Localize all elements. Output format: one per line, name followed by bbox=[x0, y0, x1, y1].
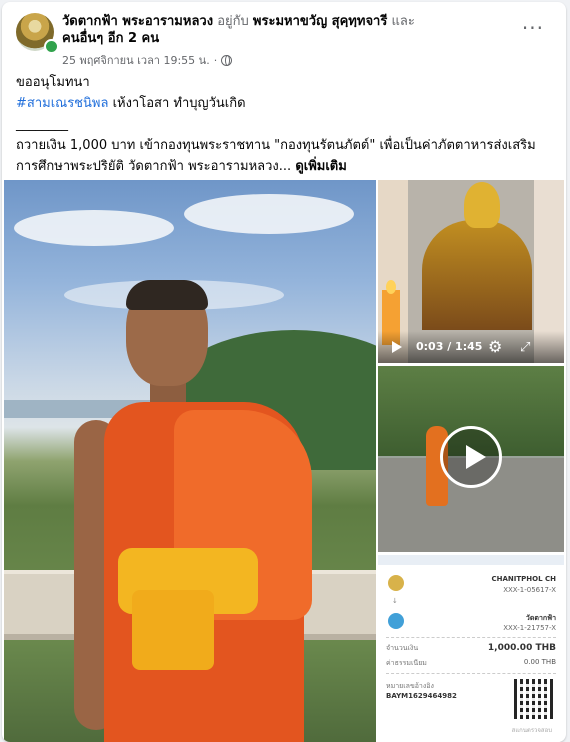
flame-shape bbox=[386, 280, 396, 294]
main-photo[interactable] bbox=[4, 180, 376, 742]
and-text: และ bbox=[391, 14, 415, 29]
gear-icon[interactable]: ⚙ bbox=[488, 337, 502, 356]
post-meta: 25 พฤศจิกายน เวลา 19:55 น. · bbox=[62, 51, 233, 69]
arrow-down-icon: ↓ bbox=[392, 597, 398, 605]
fee-label: ค่าธรรมเนียม bbox=[386, 659, 427, 667]
post-text: ขออนุโมทนา #สามเณรชนิพล เห้งาโอสา ทำบุญว… bbox=[16, 72, 556, 177]
procession-video-thumbnail[interactable] bbox=[378, 366, 564, 552]
monk-figure bbox=[74, 280, 314, 742]
reference-value: BAYM1629464982 bbox=[386, 692, 457, 700]
play-icon bbox=[466, 445, 486, 469]
qr-code-icon bbox=[514, 679, 554, 719]
post-line-2-rest: เห้งาโอสา ทำบุญวันเกิด bbox=[108, 96, 246, 111]
post-body-text: ถวายเงิน 1,000 บาท เข้ากองทุนพระราชทาน "… bbox=[16, 138, 536, 174]
post-timestamp[interactable]: 25 พฤศจิกายน เวลา 19:55 น. bbox=[62, 51, 210, 69]
play-button[interactable] bbox=[440, 426, 502, 488]
monk-hair bbox=[126, 280, 208, 310]
post-line-1: ขออนุโมทนา bbox=[16, 75, 90, 90]
sender-name: CHANITPHOL CH bbox=[491, 575, 556, 583]
shrine-video-thumbnail[interactable]: 0:03 / 1:45 ⚙ ⤢ bbox=[378, 180, 564, 363]
receipt-header-band bbox=[378, 555, 564, 565]
transfer-receipt-image[interactable]: CHANITPHOL CH XXX-1-05617-X ↓ วัดตากฟ้า … bbox=[378, 555, 564, 742]
receipt-divider bbox=[386, 637, 556, 638]
sender-account: XXX-1-05617-X bbox=[503, 586, 556, 594]
amount-label: จำนวนเงิน bbox=[386, 644, 419, 652]
with-text: อยู่กับ bbox=[217, 14, 249, 29]
post-line-2: #สามเณรชนิพล เห้งาโอสา ทำบุญวันเกิด bbox=[16, 93, 556, 114]
amount-value: 1,000.00 THB bbox=[487, 643, 556, 653]
receipt-watermark: สแกนตรวจสอบ bbox=[511, 727, 552, 734]
hashtag-link[interactable]: #สามเณรชนิพล bbox=[16, 96, 108, 111]
receiver-bank-logo-icon bbox=[388, 613, 404, 629]
buddha-statue-shape bbox=[464, 182, 500, 228]
bank-logo-icon bbox=[388, 575, 404, 591]
meta-separator: · bbox=[213, 53, 218, 67]
others-link[interactable]: คนอื่นๆ อีก 2 คน bbox=[62, 31, 159, 46]
fee-value: 0.00 THB bbox=[523, 658, 556, 666]
receiver-name: วัดตากฟ้า bbox=[525, 614, 556, 622]
see-more-link[interactable]: ดูเพิ่มเติม bbox=[295, 159, 346, 174]
cloud-shape bbox=[14, 210, 174, 246]
online-status-dot bbox=[44, 39, 59, 54]
video-time: 0:03 / 1:45 bbox=[416, 340, 483, 353]
more-options-button[interactable]: ··· bbox=[522, 16, 544, 40]
reference-label: หมายเลขอ้างอิง bbox=[386, 682, 434, 690]
page-name-link[interactable]: วัดตากฟ้า พระอารามหลวง bbox=[62, 14, 213, 29]
receiver-account: XXX-1-21757-X bbox=[503, 624, 556, 632]
tagged-person-link[interactable]: พระมหาขวัญ สุคฺทฺทจารี bbox=[253, 14, 387, 29]
expand-icon[interactable]: ⤢ bbox=[520, 340, 530, 355]
play-icon[interactable] bbox=[392, 341, 402, 353]
post-card: วัดตากฟ้า พระอารามหลวง อยู่กับ พระมหาขวั… bbox=[2, 2, 566, 742]
post-divider: ________ bbox=[16, 117, 68, 132]
receipt-divider bbox=[386, 673, 556, 674]
shrine-shape bbox=[422, 220, 532, 330]
globe-icon bbox=[221, 54, 233, 66]
monk-sash-knot bbox=[132, 590, 214, 670]
cloud-shape bbox=[184, 194, 354, 234]
post-header: วัดตากฟ้า พระอารามหลวง อยู่กับ พระมหาขวั… bbox=[62, 13, 502, 47]
video-control-bar: 0:03 / 1:45 ⚙ ⤢ bbox=[378, 331, 564, 363]
post-body: ถวายเงิน 1,000 บาท เข้ากองทุนพระราชทาน "… bbox=[16, 135, 556, 177]
